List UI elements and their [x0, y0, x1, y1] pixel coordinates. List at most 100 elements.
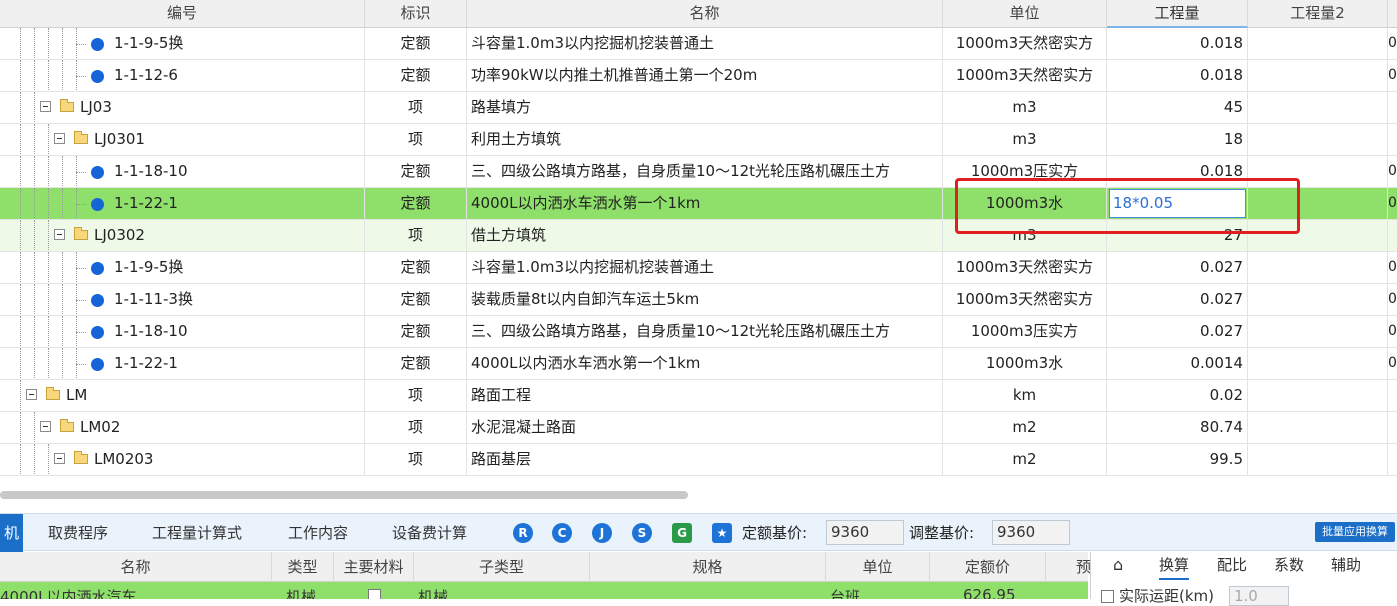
overflow-cell[interactable] [1388, 124, 1397, 155]
table-row[interactable]: 1-1-9-5换 定额 斗容量1.0m3以内挖掘机挖装普通土 1000m3天然密实方 0… [0, 28, 1397, 60]
code-cell[interactable]: LJ0302 [0, 220, 365, 251]
tab-equipment-fee[interactable]: 设备费计算 [392, 514, 467, 552]
unit-cell[interactable]: km [943, 380, 1107, 411]
home-icon[interactable]: ⌂ [1113, 552, 1123, 578]
column-header-flag[interactable]: 标识 [365, 0, 467, 28]
quantity2-cell[interactable] [1248, 284, 1388, 315]
resource-col-main-material[interactable]: 主要材料 [334, 552, 414, 582]
resource-col-spec[interactable]: 规格 [590, 552, 826, 582]
unit-cell[interactable]: m3 [943, 92, 1107, 123]
quantity2-cell[interactable] [1248, 60, 1388, 91]
table-row[interactable]: 1-1-11-3换 定额 装载质量8t以内自卸汽车运土5km 1000m3天然密实方 0… [0, 284, 1397, 316]
overflow-cell[interactable]: 0 [1388, 188, 1397, 219]
table-row[interactable]: LJ0301 项利用土方填筑 m3 18 [0, 124, 1397, 156]
code-cell[interactable]: 1-1-9-5换 [0, 28, 365, 59]
r-icon[interactable]: R [513, 523, 533, 543]
j-icon[interactable]: J [592, 523, 612, 543]
quantity-cell[interactable]: 18 [1107, 124, 1248, 155]
overflow-cell[interactable]: 0 [1388, 348, 1397, 379]
tab-fee-procedure[interactable]: 取费程序 [48, 514, 108, 552]
flag-cell[interactable]: 项 [365, 380, 467, 411]
quantity2-cell[interactable] [1248, 92, 1388, 123]
name-cell[interactable]: 路基填方 [467, 92, 943, 123]
resource-col-type[interactable]: 类型 [272, 552, 334, 582]
code-cell[interactable]: LM0203 [0, 444, 365, 475]
quantity-cell[interactable]: 45 [1107, 92, 1248, 123]
tab-mix-ratio[interactable]: 配比 [1217, 552, 1247, 578]
column-header-name[interactable]: 名称 [467, 0, 943, 28]
quantity2-cell[interactable] [1248, 252, 1388, 283]
overflow-cell[interactable]: 0 [1388, 28, 1397, 59]
name-cell[interactable]: 借土方填筑 [467, 220, 943, 251]
quantity-cell[interactable]: 0.027 [1107, 284, 1248, 315]
code-cell[interactable]: LM [0, 380, 365, 411]
overflow-cell[interactable]: 0 [1388, 316, 1397, 347]
overflow-cell[interactable]: 0 [1388, 60, 1397, 91]
adjusted-price-field[interactable]: 9360 [992, 520, 1070, 545]
name-cell[interactable]: 斗容量1.0m3以内挖掘机挖装普通土 [467, 252, 943, 283]
table-row[interactable]: 1-1-12-6 定额 功率90kW以内推土机推普通土第一个20m 1000m3天然密… [0, 60, 1397, 92]
overflow-cell[interactable]: 0 [1388, 156, 1397, 187]
table-row[interactable]: 1-1-18-10 定额 三、四级公路填方路基，自身质量10～12t光轮压路机碾压土… [0, 316, 1397, 348]
resource-row[interactable]: 4000L以内洒水汽车 机械 机械 台班 626.95 [0, 582, 1088, 599]
flag-cell[interactable]: 定额 [365, 284, 467, 315]
batch-apply-button[interactable]: 批量应用换算 [1315, 522, 1395, 542]
horizontal-scrollbar-thumb[interactable] [0, 491, 688, 499]
code-cell[interactable]: LJ03 [0, 92, 365, 123]
code-cell[interactable]: 1-1-22-1 [0, 188, 365, 219]
name-cell[interactable]: 路面工程 [467, 380, 943, 411]
actual-distance-checkbox[interactable] [1101, 590, 1114, 603]
code-cell[interactable]: 1-1-18-10 [0, 316, 365, 347]
tab-work-content[interactable]: 工作内容 [288, 514, 348, 552]
name-cell[interactable]: 装载质量8t以内自卸汽车运土5km [467, 284, 943, 315]
tab-machine[interactable]: 机 [0, 514, 24, 552]
unit-cell[interactable]: 1000m3天然密实方 [943, 252, 1107, 283]
table-row[interactable]: LM02 项水泥混凝土路面 m2 80.74 [0, 412, 1397, 444]
name-cell[interactable]: 斗容量1.0m3以内挖掘机挖装普通土 [467, 28, 943, 59]
table-row[interactable]: 1-1-22-1 定额 4000L以内洒水车洒水第一个1km 1000m3水 0.001… [0, 348, 1397, 380]
flag-cell[interactable]: 项 [365, 220, 467, 251]
table-row[interactable]: 1-1-9-5换 定额 斗容量1.0m3以内挖掘机挖装普通土 1000m3天然密实方 0… [0, 252, 1397, 284]
unit-cell[interactable]: 1000m3天然密实方 [943, 28, 1107, 59]
quantity2-cell[interactable] [1248, 444, 1388, 475]
column-header-qty[interactable]: 工程量 [1107, 0, 1248, 28]
quantity-cell[interactable]: 0.027 [1107, 316, 1248, 347]
table-row[interactable]: LM0203 项路面基层 m2 99.5 [0, 444, 1397, 476]
quantity-cell[interactable]: 0.0014 [1107, 348, 1248, 379]
resource-col-subtype[interactable]: 子类型 [414, 552, 590, 582]
quantity2-cell[interactable] [1248, 124, 1388, 155]
tab-conversion[interactable]: 换算 [1159, 552, 1190, 580]
overflow-cell[interactable] [1388, 444, 1397, 475]
overflow-cell[interactable]: 0 [1388, 284, 1397, 315]
name-cell[interactable]: 三、四级公路填方路基，自身质量10～12t光轮压路机碾压土方 [467, 156, 943, 187]
main-material-checkbox[interactable] [368, 589, 381, 599]
quantity2-cell[interactable] [1248, 316, 1388, 347]
code-cell[interactable]: 1-1-18-10 [0, 156, 365, 187]
overflow-cell[interactable] [1388, 380, 1397, 411]
unit-cell[interactable]: 1000m3水 [943, 348, 1107, 379]
unit-cell[interactable]: 1000m3压实方 [943, 316, 1107, 347]
overflow-cell[interactable]: 0 [1388, 252, 1397, 283]
quantity-cell[interactable]: 0.018 [1107, 60, 1248, 91]
flag-cell[interactable]: 项 [365, 412, 467, 443]
overflow-cell[interactable] [1388, 412, 1397, 443]
unit-cell[interactable]: m3 [943, 124, 1107, 155]
quantity2-cell[interactable] [1248, 28, 1388, 59]
unit-cell[interactable]: m2 [943, 444, 1107, 475]
flag-cell[interactable]: 定额 [365, 188, 467, 219]
name-cell[interactable]: 功率90kW以内推土机推普通土第一个20m [467, 60, 943, 91]
collapse-toggle-icon[interactable] [26, 389, 37, 400]
quantity-cell[interactable]: 0.02 [1107, 380, 1248, 411]
quantity-cell[interactable]: 0.018 [1107, 28, 1248, 59]
flag-cell[interactable]: 定额 [365, 316, 467, 347]
resource-col-price[interactable]: 定额价 [930, 552, 1046, 582]
tab-coefficient[interactable]: 系数 [1274, 552, 1304, 578]
tab-quantity-formula[interactable]: 工程量计算式 [152, 514, 242, 552]
name-cell[interactable]: 三、四级公路填方路基，自身质量10～12t光轮压路机碾压土方 [467, 316, 943, 347]
flag-cell[interactable]: 定额 [365, 28, 467, 59]
s-icon[interactable]: S [632, 523, 652, 543]
quantity-cell[interactable]: 0.027 [1107, 252, 1248, 283]
collapse-toggle-icon[interactable] [54, 133, 65, 144]
table-row[interactable]: LJ03 项路基填方 m3 45 [0, 92, 1397, 124]
name-cell[interactable]: 水泥混凝土路面 [467, 412, 943, 443]
